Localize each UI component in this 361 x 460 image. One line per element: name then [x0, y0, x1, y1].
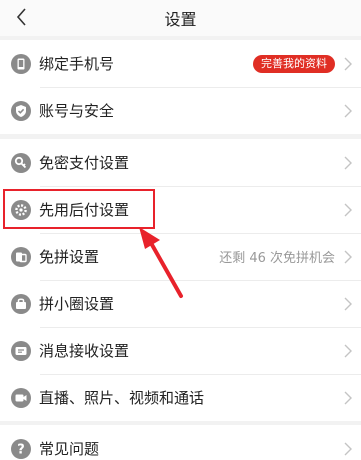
chevron-right-icon	[344, 57, 352, 70]
row-password-free-pay[interactable]: 免密支付设置	[0, 139, 361, 186]
gear-icon	[11, 199, 31, 220]
chevron-right-icon	[344, 104, 352, 117]
nav-bar: 设置	[0, 0, 361, 36]
chevron-right-icon	[344, 442, 352, 455]
chevron-right-icon	[344, 250, 352, 263]
settings-group-account: 绑定手机号 完善我的资料 账号与安全	[0, 40, 361, 134]
row-group-free[interactable]: 免拼设置 还剩 46 次免拼机会	[0, 233, 361, 280]
chevron-right-icon	[344, 344, 352, 357]
chevron-right-icon	[344, 203, 352, 216]
question-icon: ?	[11, 438, 31, 459]
settings-group-help: ? 常见问题	[0, 425, 361, 460]
complete-profile-badge[interactable]: 完善我的资料	[253, 54, 335, 73]
phone-icon	[11, 53, 31, 74]
row-label: 消息接收设置	[39, 342, 130, 360]
group-buy-icon	[11, 246, 31, 267]
shield-check-icon	[11, 100, 31, 121]
bag-icon	[11, 293, 31, 314]
row-label: 先用后付设置	[39, 201, 130, 219]
settings-group-features: 免密支付设置 先用后付设置 免拼设置 还剩 46 次免拼机会 拼小圈设置 消息接…	[0, 139, 361, 421]
row-label: 免拼设置	[39, 248, 100, 266]
row-pay-later[interactable]: 先用后付设置	[0, 186, 361, 233]
row-account-security[interactable]: 账号与安全	[0, 87, 361, 134]
row-message-settings[interactable]: 消息接收设置	[0, 327, 361, 374]
row-label: 拼小圈设置	[39, 295, 115, 313]
row-faq[interactable]: ? 常见问题	[0, 425, 361, 460]
row-bind-phone[interactable]: 绑定手机号 完善我的资料	[0, 40, 361, 87]
video-camera-icon	[11, 387, 31, 408]
chevron-right-icon	[344, 391, 352, 404]
chevron-right-icon	[344, 297, 352, 310]
row-label: 账号与安全	[39, 102, 115, 120]
group-free-remaining: 还剩 46 次免拼机会	[219, 251, 335, 266]
row-live-photo-video-call[interactable]: 直播、照片、视频和通话	[0, 374, 361, 421]
svg-text:?: ?	[17, 442, 25, 457]
key-icon	[11, 152, 31, 173]
message-icon	[11, 340, 31, 361]
row-moments-settings[interactable]: 拼小圈设置	[0, 280, 361, 327]
row-label: 常见问题	[39, 440, 100, 458]
chevron-right-icon	[344, 156, 352, 169]
row-label: 免密支付设置	[39, 154, 130, 172]
row-label: 直播、照片、视频和通话	[39, 389, 205, 407]
page-title: 设置	[164, 10, 197, 29]
row-label: 绑定手机号	[39, 55, 115, 73]
